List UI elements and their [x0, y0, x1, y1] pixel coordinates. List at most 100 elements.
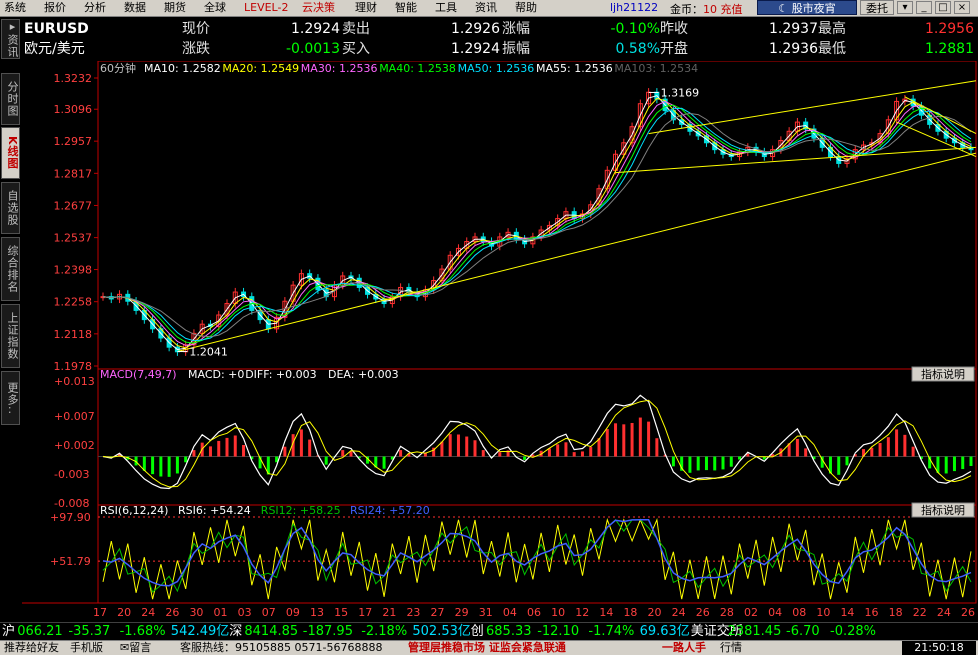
menu-data[interactable]: 数据	[124, 1, 146, 15]
menu-system[interactable]: 系统	[4, 1, 26, 15]
tab-watchlist[interactable]: 自选股	[1, 182, 20, 234]
ticker-item: 542.49亿	[170, 624, 230, 639]
symbol-code: EURUSD	[24, 21, 89, 37]
tab-intraday[interactable]: 分时图	[1, 73, 20, 125]
macd-tick-label: +0.013	[54, 375, 95, 388]
xaxis-label: 06	[527, 606, 541, 619]
index-ticker: 沪 066.21 -35.37 -1.68% 542.49亿深 8414.85 -187.9…	[0, 622, 978, 641]
price-annotation: 1.3169	[661, 86, 700, 99]
ticker-item: -1.68%	[119, 624, 166, 639]
status-bar: 推荐给好友 手机版 ✉留言 客服热线：95105885 0571-5676888…	[0, 640, 978, 655]
ma-legend-item: MA50: 1.2536	[458, 62, 535, 75]
tab-more-label: 更多..	[6, 381, 19, 415]
status-extra: 一路人手	[662, 641, 706, 654]
tab-info[interactable]: ▸资讯	[1, 19, 20, 59]
recommend-link[interactable]: 推荐给好友	[4, 641, 59, 655]
news-scroll[interactable]: 管理层推稳市场 证监会紧急联通	[408, 641, 566, 655]
recharge-link[interactable]: 充值	[721, 3, 743, 16]
night-snack-button[interactable]: ☾ 股市夜宵	[757, 0, 857, 15]
ticker-item: -1.74%	[588, 624, 635, 639]
tab-more[interactable]: 更多..	[1, 371, 20, 425]
xaxis-label: 28	[720, 606, 734, 619]
tab-sh-index-label: 上证指数	[6, 312, 19, 360]
ticker-item: 502.53亿	[412, 624, 471, 639]
xaxis-label: 14	[599, 606, 613, 619]
prev-label: 昨收	[660, 21, 688, 37]
macd-legend-item: DEA: +0.003	[328, 368, 399, 381]
xaxis-label: 04	[768, 606, 782, 619]
xaxis-label: 12	[575, 606, 589, 619]
xaxis-label: 07	[262, 606, 276, 619]
tab-ranking[interactable]: 综合排名	[1, 237, 20, 301]
macd-tick-label: +0.007	[54, 410, 95, 423]
tab-watchlist-label: 自选股	[6, 190, 19, 226]
ma-legend-item: MA40: 1.2538	[379, 62, 456, 75]
rsi-legend-item: RSI6: +54.24	[178, 504, 251, 517]
price-tick-label: 1.2118	[54, 328, 93, 341]
xaxis-label: 03	[238, 606, 252, 619]
trust-button[interactable]: 委托	[860, 0, 894, 15]
chart-area[interactable]: 1.3232 1.3096 1.2957 1.2817 1.2677 1.2537 1.23…	[22, 60, 978, 621]
xaxis-label: 18	[889, 606, 903, 619]
menu-futures[interactable]: 期货	[164, 1, 186, 15]
maximize-icon[interactable]: □	[935, 1, 951, 14]
macd-help-button: 指标说明	[921, 367, 965, 381]
moving-average-line	[102, 104, 972, 344]
xaxis-label: 20	[648, 606, 662, 619]
menu-smart[interactable]: 智能	[395, 1, 417, 15]
dropdown-icon[interactable]: ▾	[897, 1, 913, 14]
mobile-link[interactable]: 手机版	[70, 641, 103, 655]
rsi6-line	[102, 517, 972, 600]
xaxis-label: 26	[961, 606, 975, 619]
message-link[interactable]: ✉留言	[120, 641, 151, 655]
tab-kline[interactable]: K线图	[1, 127, 20, 179]
clock: 21:50:18	[902, 641, 976, 655]
macd-title: MACD(7,49,7)	[100, 368, 177, 381]
tab-info-label: 资讯	[6, 34, 19, 58]
xaxis-label: 26	[696, 606, 710, 619]
macd-dea-line	[102, 399, 972, 488]
menu-quote[interactable]: 报价	[44, 1, 66, 15]
minimize-icon[interactable]: _	[916, 1, 932, 14]
account-name[interactable]: ljh21122	[610, 1, 658, 14]
xaxis-label: 29	[455, 606, 469, 619]
ticker-item: 066.21	[17, 624, 63, 639]
xaxis-label: 21	[382, 606, 396, 619]
rsi-tick-label: +97.90	[50, 511, 91, 524]
ticker-item: 深	[229, 624, 243, 639]
rsi-help-button: 指标说明	[921, 503, 965, 517]
change-value: -0.0013	[285, 41, 340, 57]
sell-value: 1.2926	[451, 21, 500, 37]
menu-global[interactable]: 全球	[204, 1, 226, 15]
close-icon[interactable]: ×	[954, 1, 970, 14]
menu-cloud[interactable]: 云决策	[302, 1, 335, 15]
now-label: 现价	[182, 21, 210, 37]
ticker-item: 创	[470, 624, 484, 639]
xaxis-label: 22	[913, 606, 927, 619]
kline-chart[interactable]: 1.3232 1.3096 1.2957 1.2817 1.2677 1.2537 1.23…	[22, 60, 978, 621]
menu-help[interactable]: 帮助	[515, 1, 537, 15]
menu-finance[interactable]: 理财	[355, 1, 377, 15]
hotline-text: 客服热线：95105885 0571-56768888	[180, 641, 383, 654]
amp-value: 0.58%	[615, 41, 660, 57]
high-label: 最高	[818, 21, 846, 37]
price-tick-label: 1.1978	[54, 360, 93, 373]
xaxis-label: 17	[93, 606, 107, 619]
moving-average-line	[102, 100, 972, 346]
quote-status[interactable]: 行情	[720, 641, 742, 655]
menu-analysis[interactable]: 分析	[84, 1, 106, 15]
open-value: 1.2936	[769, 41, 818, 57]
macd-legend-item: MACD: +0	[188, 368, 244, 381]
menu-level2[interactable]: LEVEL-2	[244, 1, 288, 15]
tab-intraday-label: 分时图	[6, 81, 19, 117]
xaxis-label: 17	[358, 606, 372, 619]
menu-news[interactable]: 资讯	[475, 1, 497, 15]
ma-legend-item: MA20: 1.2549	[222, 62, 299, 75]
macd-tick-label: -0.003	[54, 468, 89, 481]
price-tick-label: 1.2677	[54, 199, 93, 212]
message-label: 留言	[129, 641, 152, 654]
pct-value: -0.10%	[610, 21, 660, 37]
low-label: 最低	[818, 41, 846, 57]
tab-sh-index[interactable]: 上证指数	[1, 304, 20, 368]
menu-tools[interactable]: 工具	[435, 1, 457, 15]
